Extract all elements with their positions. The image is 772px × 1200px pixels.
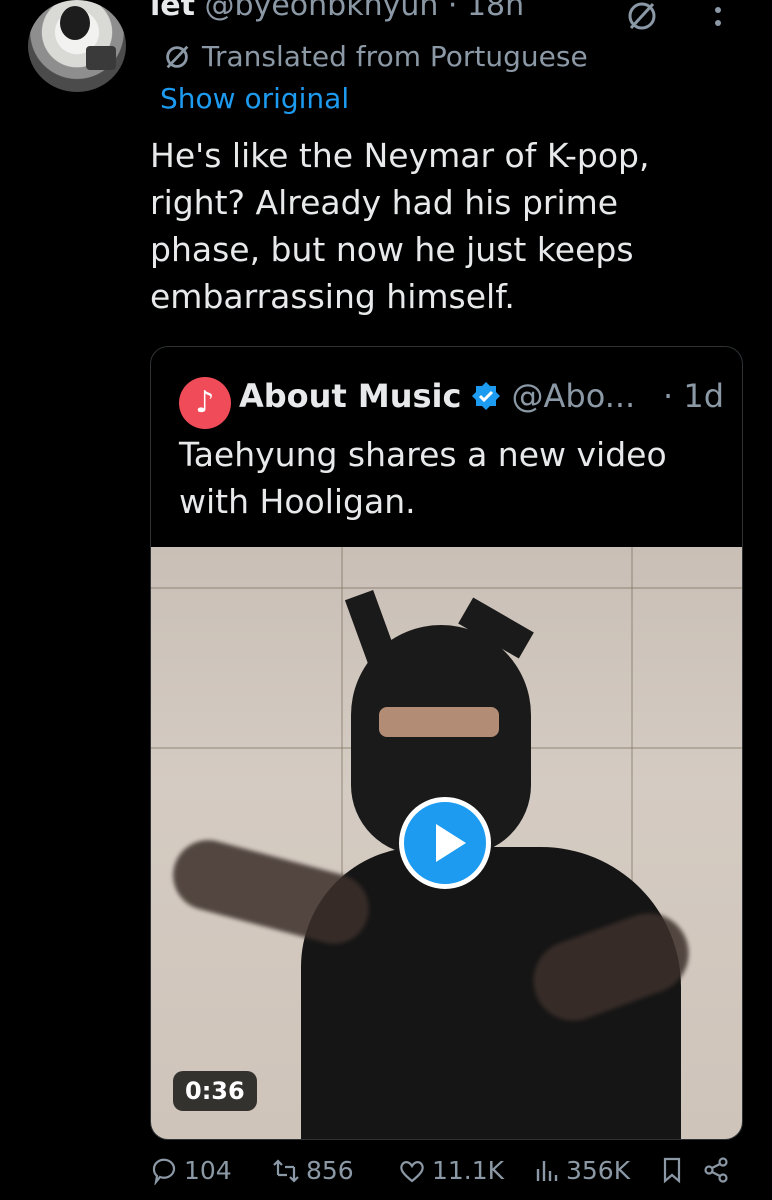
video-figure-eyes	[379, 707, 499, 737]
avatar-phone	[86, 46, 116, 70]
like-count: 11.1K	[432, 1156, 505, 1185]
action-bar: 104 856 11.1K 356K	[150, 1156, 740, 1200]
like-button[interactable]: 11.1K	[398, 1156, 504, 1185]
reply-button[interactable]: 104	[150, 1156, 232, 1185]
repost-button[interactable]: 856	[272, 1156, 354, 1185]
quoted-author-name[interactable]: About Music	[239, 377, 461, 415]
reply-icon	[152, 1158, 176, 1185]
translate-icon[interactable]	[622, 0, 662, 32]
video-media[interactable]: 0:36	[151, 547, 742, 1139]
bookmark-icon	[663, 1157, 681, 1184]
show-original-link[interactable]: Show original	[160, 82, 349, 115]
quoted-tweet[interactable]: ♪ About Music @Abo... · 1d Taehyung shar…	[150, 346, 743, 1140]
reply-count: 104	[184, 1156, 232, 1185]
translate-small-icon	[166, 45, 189, 68]
share-button[interactable]	[702, 1156, 730, 1184]
bookmark-button[interactable]	[658, 1156, 686, 1184]
play-icon[interactable]	[399, 797, 491, 889]
quoted-text: Taehyung shares a new video with Hooliga…	[179, 435, 667, 521]
share-icon	[704, 1157, 728, 1183]
author-handle-time[interactable]: @byeonbkhyun · 18h	[205, 0, 525, 23]
views-button[interactable]: 356K	[532, 1156, 630, 1185]
more-icon[interactable]	[708, 0, 728, 34]
translated-notice: Translated from Portuguese	[162, 40, 588, 73]
author-avatar[interactable]	[28, 0, 126, 92]
author-name[interactable]: let	[150, 0, 195, 23]
translated-label: Translated from Portuguese	[202, 40, 588, 73]
video-duration: 0:36	[173, 1071, 257, 1111]
quoted-author-handle[interactable]: @Abo...	[511, 377, 635, 415]
views-count: 356K	[566, 1156, 631, 1185]
tweet-header: let @byeonbkhyun · 18h	[150, 0, 524, 23]
quoted-avatar[interactable]: ♪	[179, 377, 231, 429]
repost-icon	[273, 1158, 299, 1183]
tweet-text: He's like the Neymar of K-pop, right? Al…	[150, 136, 650, 316]
avatar-face	[60, 6, 90, 40]
quoted-time: · 1d	[663, 377, 725, 415]
verified-badge-icon	[472, 382, 501, 410]
quoted-header: About Music @Abo...	[239, 377, 635, 415]
like-icon	[400, 1160, 424, 1182]
repost-count: 856	[306, 1156, 354, 1185]
views-icon	[536, 1160, 558, 1181]
